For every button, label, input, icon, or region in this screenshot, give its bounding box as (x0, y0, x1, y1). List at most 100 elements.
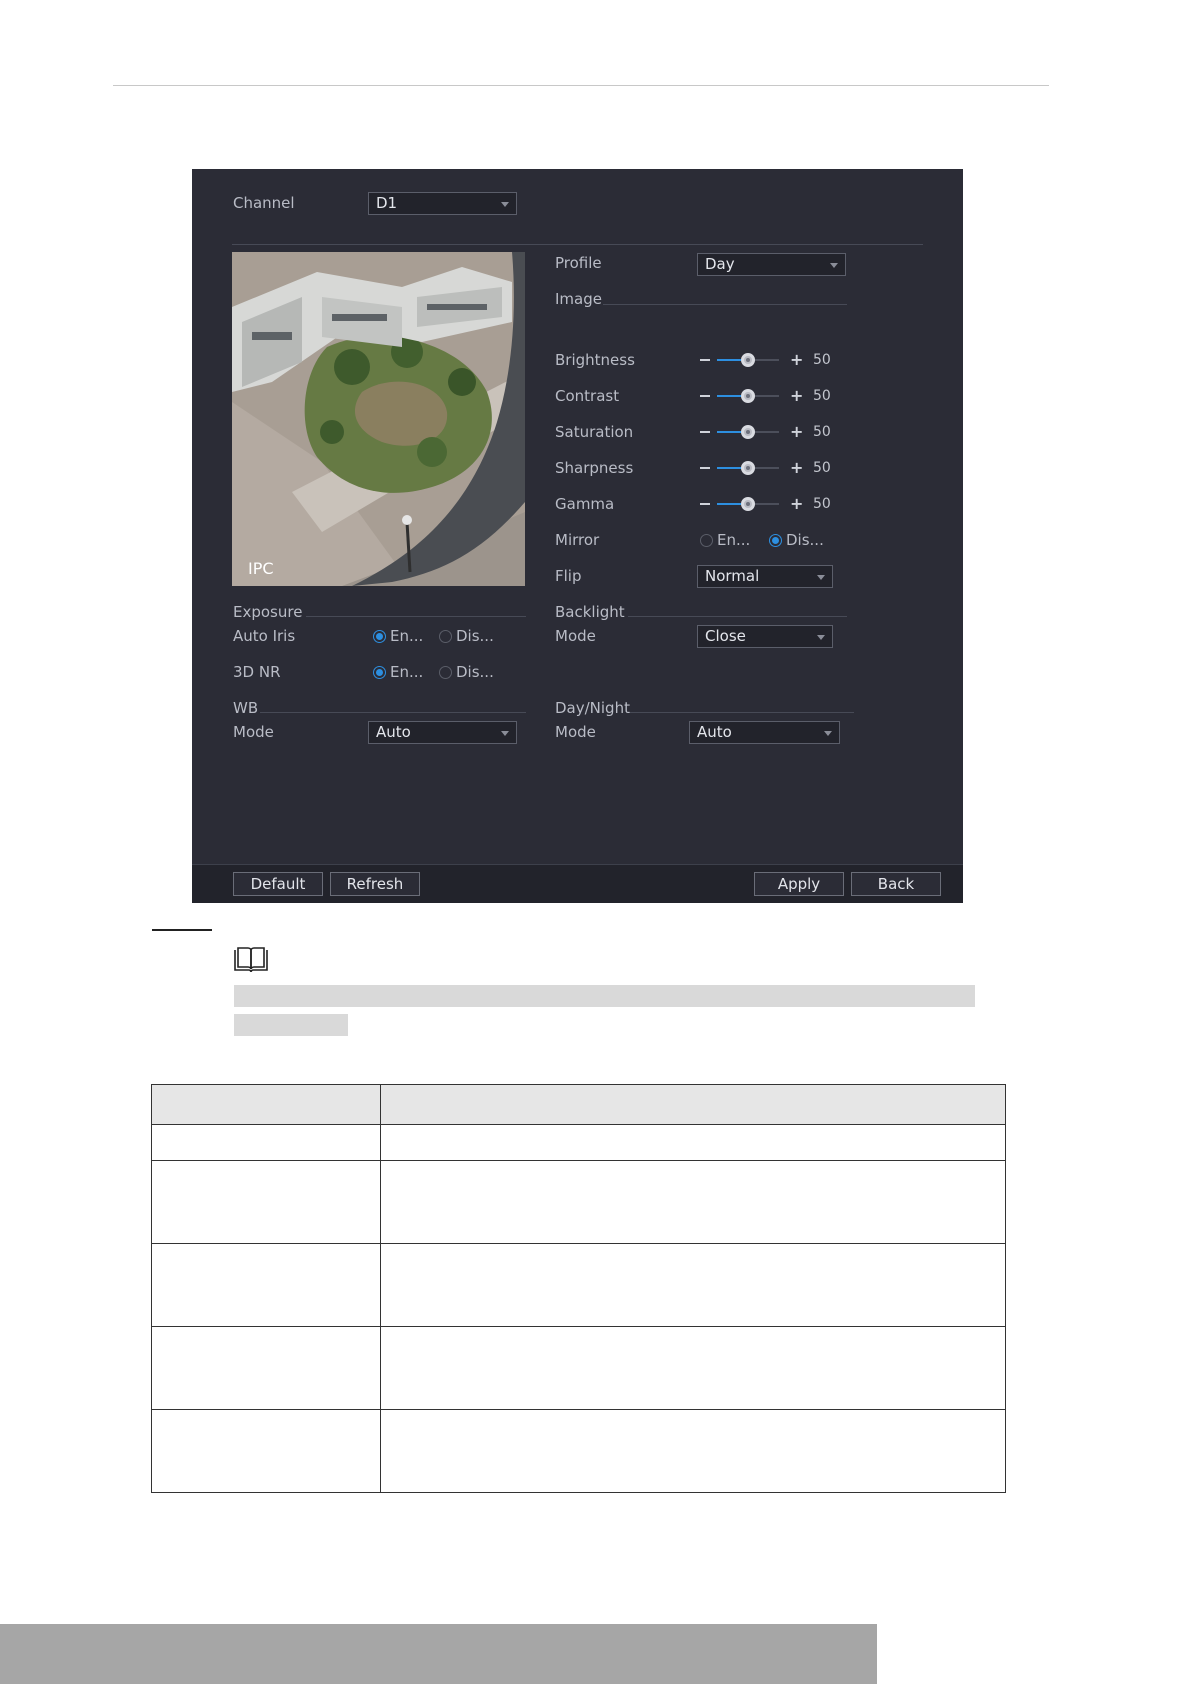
radio-off-icon (439, 630, 452, 643)
default-button[interactable]: Default (233, 872, 323, 896)
3d-nr-disable-radio[interactable]: Dis... (439, 663, 494, 683)
exposure-section-rule (306, 616, 526, 617)
note-text-line (234, 1014, 348, 1036)
daynight-section-title: Day/Night (555, 699, 630, 717)
mirror-label: Mirror (555, 531, 600, 549)
saturation-slider[interactable]: + 50 (700, 422, 875, 442)
wb-mode-label: Mode (233, 723, 274, 741)
apply-button[interactable]: Apply (754, 872, 844, 896)
table-row (151, 1124, 1006, 1161)
radio-label: En... (390, 627, 424, 645)
auto-iris-enable-radio[interactable]: En... (373, 627, 423, 647)
slider-handle[interactable] (741, 461, 755, 475)
auto-iris-disable-radio[interactable]: Dis... (439, 627, 494, 647)
plus-icon[interactable]: + (790, 386, 803, 406)
daynight-mode-value: Auto (697, 723, 732, 741)
brightness-label: Brightness (555, 351, 635, 369)
contrast-slider[interactable]: + 50 (700, 386, 875, 406)
preview-overlay-text: IPC (248, 559, 274, 578)
radio-off-icon (700, 534, 713, 547)
slider-handle[interactable] (741, 425, 755, 439)
table-cell (151, 1326, 381, 1410)
chevron-down-icon (817, 635, 825, 640)
radio-label: Dis... (456, 627, 494, 645)
brightness-slider[interactable]: + 50 (700, 350, 875, 370)
backlight-mode-value: Close (705, 627, 746, 645)
sharpness-label: Sharpness (555, 459, 634, 477)
3d-nr-enable-radio[interactable]: En... (373, 663, 423, 683)
minus-icon[interactable] (700, 467, 710, 469)
plus-icon[interactable]: + (790, 458, 803, 478)
wb-mode-value: Auto (376, 723, 411, 741)
refresh-button[interactable]: Refresh (330, 872, 420, 896)
contrast-label: Contrast (555, 387, 620, 405)
daynight-mode-label: Mode (555, 723, 596, 741)
flip-value: Normal (705, 567, 760, 585)
sharpness-slider[interactable]: + 50 (700, 458, 875, 478)
plus-icon[interactable]: + (790, 422, 803, 442)
channel-label: Channel (233, 194, 295, 212)
plus-icon[interactable]: + (790, 350, 803, 370)
page-footer-bar (0, 1624, 877, 1684)
gamma-slider[interactable]: + 50 (700, 494, 875, 514)
saturation-label: Saturation (555, 423, 634, 441)
wb-mode-select[interactable]: Auto (368, 721, 517, 744)
parameter-table (151, 1084, 1006, 1493)
radio-on-icon (769, 534, 782, 547)
table-cell (151, 1160, 381, 1244)
radio-off-icon (439, 666, 452, 679)
sharpness-value: 50 (813, 460, 831, 476)
chevron-down-icon (830, 263, 838, 268)
table-cell (380, 1409, 1006, 1493)
radio-label: Dis... (456, 663, 494, 681)
brightness-value: 50 (813, 352, 831, 368)
mirror-disable-radio[interactable]: Dis... (769, 531, 824, 551)
camera-preview-image: IPC (232, 252, 525, 586)
chevron-down-icon (501, 202, 509, 207)
image-section-title: Image (555, 290, 602, 308)
slider-handle[interactable] (741, 353, 755, 367)
step-rule (152, 929, 212, 931)
contrast-value: 50 (813, 388, 831, 404)
table-row (151, 1409, 1006, 1493)
gamma-label: Gamma (555, 495, 615, 513)
profile-label: Profile (555, 254, 602, 272)
channel-select[interactable]: D1 (368, 192, 517, 215)
divider (232, 244, 923, 245)
mirror-enable-radio[interactable]: En... (700, 531, 750, 551)
profile-value: Day (705, 255, 735, 273)
plus-icon[interactable]: + (790, 494, 803, 514)
minus-icon[interactable] (700, 395, 710, 397)
table-header-cell (380, 1084, 1006, 1125)
gamma-value: 50 (813, 496, 831, 512)
slider-handle[interactable] (741, 389, 755, 403)
radio-on-icon (373, 666, 386, 679)
chevron-down-icon (817, 575, 825, 580)
profile-select[interactable]: Day (697, 253, 846, 276)
minus-icon[interactable] (700, 431, 710, 433)
flip-select[interactable]: Normal (697, 565, 833, 588)
backlight-mode-select[interactable]: Close (697, 625, 833, 648)
table-cell (380, 1160, 1006, 1244)
note-text-line (234, 985, 975, 1007)
page-header-rule (113, 85, 1049, 86)
table-cell (151, 1243, 381, 1327)
minus-icon[interactable] (700, 503, 710, 505)
table-cell (380, 1124, 1006, 1161)
table-cell (380, 1243, 1006, 1327)
slider-handle[interactable] (741, 497, 755, 511)
wb-section-title: WB (233, 699, 259, 717)
table-header-cell (151, 1084, 381, 1125)
minus-icon[interactable] (700, 359, 710, 361)
table-cell (151, 1124, 381, 1161)
flip-label: Flip (555, 567, 582, 585)
back-button[interactable]: Back (851, 872, 941, 896)
3d-nr-label: 3D NR (233, 663, 281, 681)
exposure-section-title: Exposure (233, 603, 303, 621)
table-row (151, 1243, 1006, 1327)
saturation-value: 50 (813, 424, 831, 440)
table-row (151, 1326, 1006, 1410)
table-cell (380, 1326, 1006, 1410)
daynight-mode-select[interactable]: Auto (689, 721, 840, 744)
table-header-row (151, 1084, 1006, 1125)
